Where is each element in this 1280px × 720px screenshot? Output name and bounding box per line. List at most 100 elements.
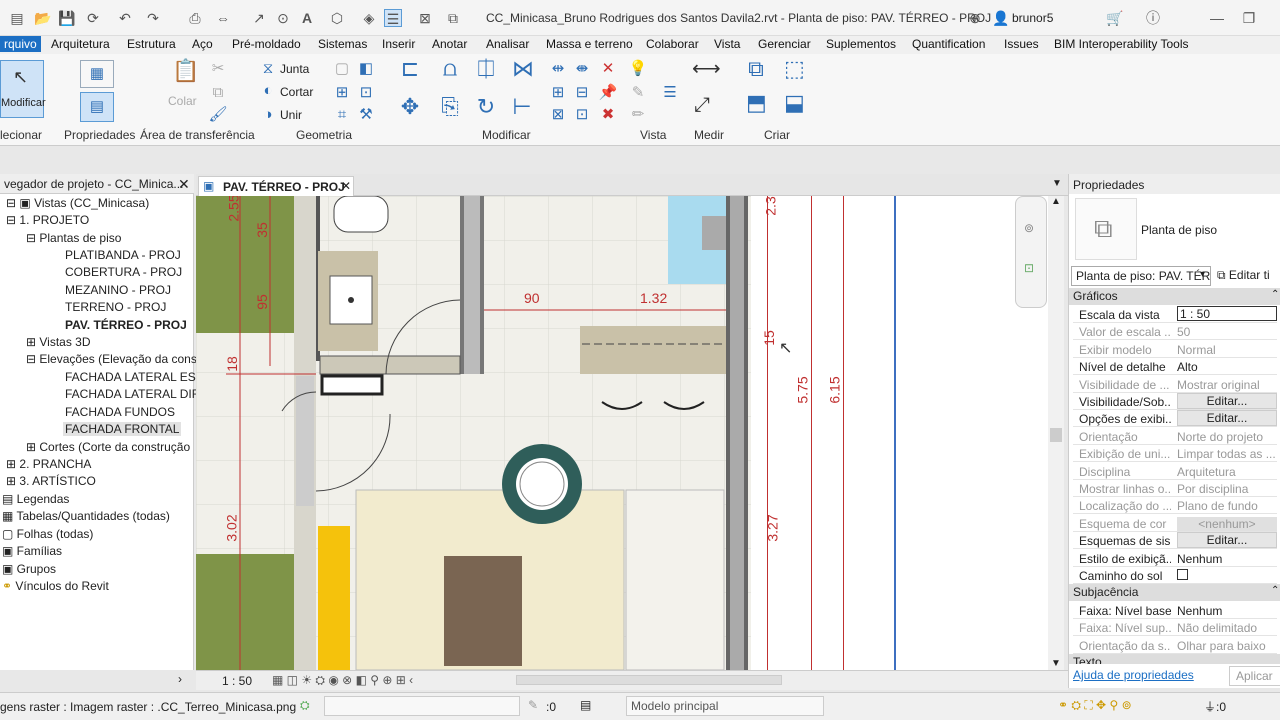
hide-icon[interactable]: 💡 (628, 60, 648, 78)
cut-geometry-icon[interactable]: ◐ (258, 82, 278, 100)
tab-dropdown-icon[interactable]: ▼ (1052, 178, 1062, 189)
tag-icon[interactable]: ⊙ (274, 9, 292, 27)
scroll-up-icon[interactable]: ▲ (1051, 196, 1061, 207)
tree-item-cobertura[interactable]: COBERTURA - PROJ (65, 265, 182, 279)
array-icon[interactable]: ⊞ (548, 84, 568, 102)
canvas-right-area[interactable]: 2.3 15 5.75 6.15 3.27 ↖ ⊚ ⊡ (751, 196, 1048, 670)
tab-quantification[interactable]: Quantification (912, 37, 985, 51)
edit-button[interactable]: Editar... (1177, 532, 1277, 549)
editable-icon[interactable]: ✎ (528, 698, 538, 712)
dim-label[interactable]: 3.02 (224, 514, 240, 541)
property-value[interactable]: Arquitetura (1177, 465, 1277, 479)
sun-path-checkbox[interactable] (1177, 569, 1277, 583)
scroll-thumb[interactable] (1050, 428, 1062, 442)
geom-tool-3-icon[interactable]: ⊞ (332, 84, 352, 102)
property-row[interactable]: Exibição de uni... Limpar todas as ... (1073, 445, 1277, 463)
unpin-icon[interactable]: ✕ (598, 60, 618, 78)
tree-item-floor-plans[interactable]: ⊟ Plantas de piso (26, 231, 121, 245)
detail-level-icon[interactable]: ▦ ◫ ☀ ⛭ ◉ ⊗ ◧ ⚲ ⊕ ⊞ ‹ (272, 673, 413, 688)
zoom-icon[interactable]: ⊡ (1024, 261, 1034, 275)
property-row[interactable]: Mostrar linhas o... Por disciplina (1073, 480, 1277, 497)
geom-tool-2-icon[interactable]: ◧ (356, 60, 376, 78)
modify-button[interactable]: ↖ Modificar (0, 60, 46, 118)
tree-item-legends[interactable]: ▤ Legendas (2, 492, 69, 506)
tab-bim-interop[interactable]: BIM Interoperability Tools (1054, 37, 1189, 51)
dim-label[interactable]: 2.3 (763, 196, 779, 215)
dim-label[interactable]: 18 (224, 356, 240, 372)
drawing-canvas[interactable]: 2.55 35 95 18 3.02 90 1.32 15 5.75 6.15 … (196, 196, 751, 670)
property-value[interactable]: Nenhum (1177, 552, 1277, 566)
close-icon[interactable]: ✕ (178, 176, 190, 193)
property-row[interactable]: Orientação Norte do projeto (1073, 428, 1277, 445)
tree-item-schedules[interactable]: ▦ Tabelas/Quantidades (todas) (2, 509, 170, 523)
property-value[interactable]: Limpar todas as ... (1177, 447, 1277, 461)
filter-icon[interactable]: ⏚ (1204, 698, 1216, 715)
vertical-scrollbar[interactable]: ▲ ▼ (1048, 196, 1064, 670)
user-icon[interactable]: 👤 (992, 9, 1010, 27)
tree-item-sections[interactable]: ⊞ Cortes (Corte da construção (26, 440, 190, 454)
save-icon[interactable]: 💾 (58, 9, 76, 27)
tree-item-mezanino[interactable]: MEZANINO - PROJ (65, 283, 171, 297)
rotate-icon[interactable]: ↻ (476, 96, 496, 118)
steering-wheel-icon[interactable]: ⊚ (1024, 221, 1034, 235)
tab-colaborar[interactable]: Colaborar (646, 37, 699, 51)
tree-item-platibanda[interactable]: PLATIBANDA - PROJ (65, 248, 181, 262)
property-row[interactable]: Exibir modelo Normal (1073, 341, 1277, 358)
property-row[interactable]: Valor de escala ... 50 (1073, 323, 1277, 341)
unite-icon[interactable]: ◑ (258, 106, 278, 124)
tree-item-projeto[interactable]: ⊟ 1. PROJETO (6, 213, 89, 227)
app-menu-icon[interactable]: ▤ (8, 9, 26, 27)
close-icon[interactable]: ✕ (341, 179, 351, 193)
geom-tool-1-icon[interactable]: ▢ (332, 60, 352, 78)
tab-anotar[interactable]: Anotar (432, 37, 467, 51)
move-icon[interactable]: ✥ (400, 96, 420, 118)
create-assembly-icon[interactable]: ⧉ (746, 58, 766, 80)
design-option-select[interactable]: Modelo principal (626, 696, 824, 716)
property-row[interactable]: Estilo de exibiçã... Nenhum (1073, 550, 1277, 567)
tree-item-fachada-frontal[interactable]: FACHADA FRONTAL (63, 422, 182, 436)
scroll-right-icon[interactable]: › (178, 672, 182, 686)
property-row[interactable]: Orientação da s... Olhar para baixo (1073, 637, 1277, 654)
join-button[interactable]: Junta (280, 62, 309, 76)
select-links-icon[interactable]: ⚭ ⛭ ⛶ ✥ ⚲ ⊚ (1058, 698, 1132, 713)
mirror-draw-icon[interactable]: ⋈ (512, 58, 534, 80)
property-row[interactable]: Faixa: Nível base Nenhum (1073, 602, 1277, 619)
tab-suplementos[interactable]: Suplementos (826, 37, 896, 51)
tree-item-elevations[interactable]: ⊟ Elevações (Elevação da const (26, 352, 200, 366)
select-group-label[interactable]: lecionar (0, 128, 42, 142)
tab-issues[interactable]: Issues (1004, 37, 1039, 51)
dim-label[interactable]: 35 (254, 222, 270, 238)
offset-icon[interactable]: ⩍ (440, 58, 460, 80)
match-icon[interactable]: 🖌 (208, 106, 228, 124)
tab-aco[interactable]: Aço (192, 37, 213, 51)
pin-icon[interactable]: 📌 (598, 84, 618, 102)
property-row[interactable]: Esquema de cor <nenhum> (1073, 515, 1277, 532)
tab-file[interactable]: rquivo (0, 36, 41, 52)
tree-item-revit-links[interactable]: ⚭ Vínculos do Revit (2, 579, 109, 593)
close-hidden-icon[interactable]: ⊠ (416, 9, 434, 27)
sync-icon[interactable]: ⟳ (84, 9, 102, 27)
delete-icon[interactable]: ✖ (598, 106, 618, 124)
tree-item-fachada-esq[interactable]: FACHADA LATERAL ESQU (65, 370, 214, 384)
user-name[interactable]: brunor5 (1012, 11, 1053, 25)
edit-type-button[interactable]: ⧉ Editar ti (1215, 266, 1280, 286)
property-value[interactable]: Plano de fundo (1177, 499, 1277, 513)
create-group-icon[interactable]: ⬒ (746, 92, 767, 114)
dim-label[interactable]: 3.27 (765, 514, 781, 541)
geom-tool-4-icon[interactable]: ⊡ (356, 84, 376, 102)
tree-item-terreno[interactable]: TERRENO - PROJ (65, 300, 166, 314)
split-gap-icon[interactable]: ⇼ (572, 60, 592, 78)
redo-icon[interactable]: ↷ (144, 9, 162, 27)
tree-item-sheets[interactable]: ▢ Folhas (todas) (2, 527, 93, 541)
tree-item-families[interactable]: ▣ Famílias (2, 544, 62, 558)
aligned-dim-icon[interactable]: ↗ (250, 9, 268, 27)
property-value[interactable]: Mostrar original (1177, 378, 1277, 392)
property-value[interactable]: Por disciplina (1177, 482, 1277, 496)
3d-view-icon[interactable]: ⬡ (328, 9, 346, 27)
tab-estrutura[interactable]: Estrutura (127, 37, 176, 51)
extend-icon[interactable]: ⊡ (572, 106, 592, 124)
cut-button[interactable]: Cortar (280, 85, 313, 99)
property-value[interactable]: Não delimitado (1177, 621, 1277, 635)
measure-line-icon[interactable]: ⟷ (692, 59, 721, 79)
geom-tool-6-icon[interactable]: ⚒ (356, 106, 376, 124)
